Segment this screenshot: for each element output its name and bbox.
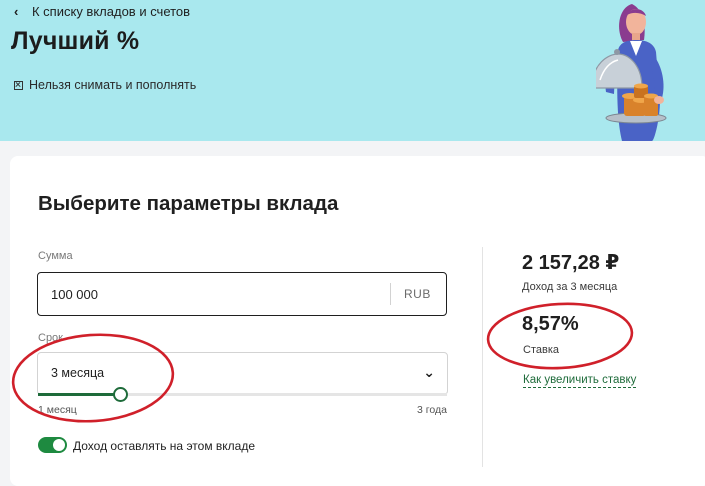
chevron-down-icon[interactable]: ⌄ [423, 364, 435, 381]
increase-rate-link[interactable]: Как увеличить ставку [523, 374, 637, 388]
income-label: Доход за 3 месяца [522, 281, 618, 293]
back-link-label: К списку вкладов и счетов [32, 4, 191, 19]
rate-value: 8,57% [522, 313, 579, 335]
term-min-label: 1 месяц [38, 404, 77, 416]
crossed-box-icon [14, 80, 23, 90]
restriction-label: Нельзя снимать и пополнять [29, 78, 197, 92]
restriction-note: Нельзя снимать и пополнять [14, 78, 196, 92]
back-to-deposits-link[interactable]: ‹ К списку вкладов и счетов [14, 4, 190, 19]
mascot-illustration [596, 4, 667, 141]
term-max-label: 3 года [417, 404, 447, 416]
term-select[interactable]: 3 месяца ⌄ [37, 352, 448, 402]
income-amount: 2 157,28 ₽ [522, 252, 620, 274]
reinvest-label: Доход оставлять на этом вкладе [73, 439, 256, 453]
chevron-left-icon: ‹ [14, 4, 19, 19]
amount-value: 100 000 [51, 287, 98, 302]
term-label: Срок [38, 332, 63, 344]
header-banner: ‹ К списку вкладов и счетов Лучший % Нел… [0, 0, 705, 141]
term-slider-track[interactable] [38, 387, 447, 402]
amount-label: Сумма [38, 250, 73, 262]
amount-divider [390, 283, 391, 305]
card-title: Выберите параметры вклада [38, 192, 339, 215]
term-slider-thumb[interactable] [112, 387, 128, 402]
amount-input[interactable]: 100 000 RUB [37, 272, 447, 316]
toggle-knob [53, 439, 65, 451]
term-value: 3 месяца [51, 366, 105, 380]
rate-label: Ставка [523, 344, 559, 356]
currency-label: RUB [404, 287, 431, 301]
page-title: Лучший % [11, 27, 140, 55]
term-slider-fill [38, 393, 120, 396]
reinvest-toggle[interactable] [38, 437, 67, 453]
summary-divider [482, 247, 483, 467]
